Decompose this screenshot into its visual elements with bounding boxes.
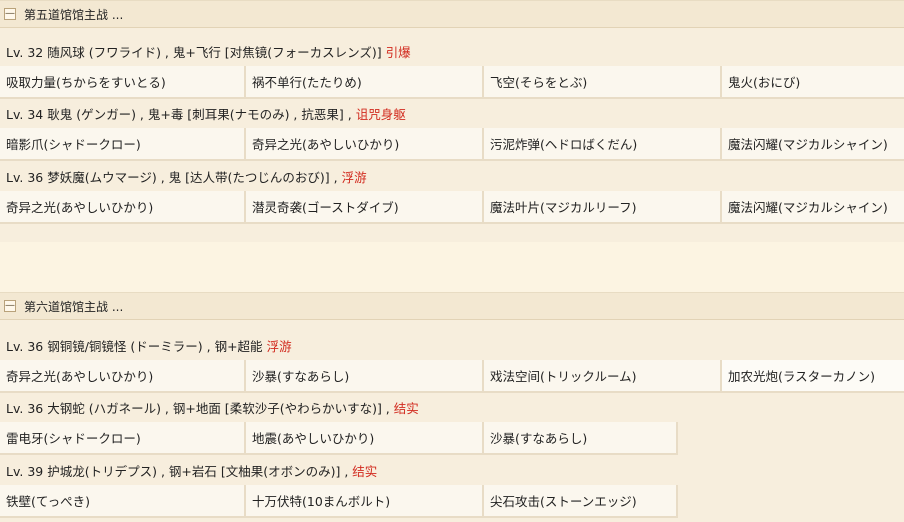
moves-row: 奇异之光(あやしいひかり) 沙暴(すなあらし) 戏法空间(トリックルーム) 加农…	[0, 360, 904, 393]
pokemon-info: Lv. 32 随风球 (フワライド) , 鬼+飞行 [对焦镜(フォーカスレンズ)…	[6, 44, 382, 60]
ability-link[interactable]: 引爆	[386, 42, 411, 61]
move-cell: 铁壁(てっぺき)	[0, 485, 246, 518]
move-cell: 魔法闪耀(マジカルシャイン)	[722, 191, 904, 224]
gym5-section: — 第五道馆馆主战 ... Lv. 32 随风球 (フワライド) , 鬼+飞行 …	[0, 0, 904, 242]
move-cell: 污泥炸弹(ヘドロばくだん)	[484, 128, 722, 161]
move-cell: 吸取力量(ちからをすいとる)	[0, 66, 246, 99]
move-cell: 奇异之光(あやしいひかり)	[0, 191, 246, 224]
pokemon-info-row: Lv. 36 梦妖魔(ムウマージ) , 鬼 [达人带(たつじんのおび)] , 浮…	[0, 161, 904, 191]
move-cell: 奇异之光(あやしいひかり)	[246, 128, 484, 161]
moves-row: 奇异之光(あやしいひかり) 潜灵奇袭(ゴーストダイブ) 魔法叶片(マジカルリーフ…	[0, 191, 904, 224]
pokemon-info: Lv. 39 护城龙(トリデプス) , 钢+岩石 [文柚果(オボンのみ)] ,	[6, 463, 349, 479]
gym6-section: — 第六道馆馆主战 ... Lv. 36 钢铜镜/铜镜怪 (ドーミラー) , 钢…	[0, 292, 904, 522]
moves-row: 雷电牙(シャドークロー) 地震(あやしいひかり) 沙暴(すなあらし)	[0, 422, 904, 455]
pokemon-info: Lv. 36 梦妖魔(ムウマージ) , 鬼 [达人带(たつじんのおび)] ,	[6, 169, 338, 185]
ability-link[interactable]: 浮游	[267, 336, 292, 355]
pokemon-info: Lv. 36 钢铜镜/铜镜怪 (ドーミラー) , 钢+超能	[6, 338, 263, 354]
move-cell: 十万伏特(10まんボルト)	[246, 485, 484, 518]
pokemon-info: Lv. 34 耿鬼 (ゲンガー) , 鬼+毒 [刺耳果(ナモのみ) , 抗恶果]…	[6, 107, 352, 122]
gym6-title: 第六道馆馆主战 ...	[24, 299, 124, 314]
collapse-icon[interactable]: —	[4, 300, 16, 312]
move-cell: 鬼火(おにび)	[722, 66, 904, 99]
pokemon-info-row: Lv. 36 大钢蛇 (ハガネール) , 钢+地面 [柔软沙子(やわらかいすな)…	[0, 393, 904, 422]
move-cell: 戏法空间(トリックルーム)	[484, 360, 722, 393]
collapse-icon[interactable]: —	[4, 8, 16, 20]
pokemon-info: Lv. 36 大钢蛇 (ハガネール) , 钢+地面 [柔软沙子(やわらかいすな)…	[6, 401, 390, 416]
ability-link[interactable]: 浮游	[342, 167, 367, 186]
section-gap	[0, 242, 904, 292]
ability-link[interactable]: 结实	[352, 461, 377, 480]
move-cell: 沙暴(すなあらし)	[246, 360, 484, 393]
gym5-header[interactable]: — 第五道馆馆主战 ...	[0, 0, 904, 28]
pokemon-info-row: Lv. 34 耿鬼 (ゲンガー) , 鬼+毒 [刺耳果(ナモのみ) , 抗恶果]…	[0, 99, 904, 128]
pokemon-info-row: Lv. 36 钢铜镜/铜镜怪 (ドーミラー) , 钢+超能 浮游	[0, 330, 904, 360]
pokemon-info-row: Lv. 39 护城龙(トリデプス) , 钢+岩石 [文柚果(オボンのみ)] , …	[0, 455, 904, 485]
pokemon-info-row: Lv. 32 随风球 (フワライド) , 鬼+飞行 [对焦镜(フォーカスレンズ)…	[0, 36, 904, 66]
gym5-title: 第五道馆馆主战 ...	[24, 7, 124, 22]
move-cell: 魔法闪耀(マジカルシャイン)	[722, 128, 904, 161]
gym6-header[interactable]: — 第六道馆馆主战 ...	[0, 292, 904, 320]
moves-row: 铁壁(てっぺき) 十万伏特(10まんボルト) 尖石攻击(ストーンエッジ)	[0, 485, 904, 518]
move-cell: 潜灵奇袭(ゴーストダイブ)	[246, 191, 484, 224]
move-cell: 暗影爪(シャドークロー)	[0, 128, 246, 161]
moves-row: 暗影爪(シャドークロー) 奇异之光(あやしいひかり) 污泥炸弹(ヘドロばくだん)…	[0, 128, 904, 161]
move-cell: 地震(あやしいひかり)	[246, 422, 484, 455]
move-cell: 加农光炮(ラスターカノン)	[722, 360, 904, 393]
ability-link[interactable]: 结实	[394, 398, 419, 417]
move-cell: 雷电牙(シャドークロー)	[0, 422, 246, 455]
move-cell: 沙暴(すなあらし)	[484, 422, 678, 455]
move-cell: 飞空(そらをとぶ)	[484, 66, 722, 99]
move-cell: 奇异之光(あやしいひかり)	[0, 360, 246, 393]
ability-link[interactable]: 诅咒身躯	[356, 104, 406, 123]
moves-row: 吸取力量(ちからをすいとる) 祸不单行(たたりめ) 飞空(そらをとぶ) 鬼火(お…	[0, 66, 904, 99]
move-cell: 尖石攻击(ストーンエッジ)	[484, 485, 678, 518]
move-cell: 祸不单行(たたりめ)	[246, 66, 484, 99]
move-cell: 魔法叶片(マジカルリーフ)	[484, 191, 722, 224]
